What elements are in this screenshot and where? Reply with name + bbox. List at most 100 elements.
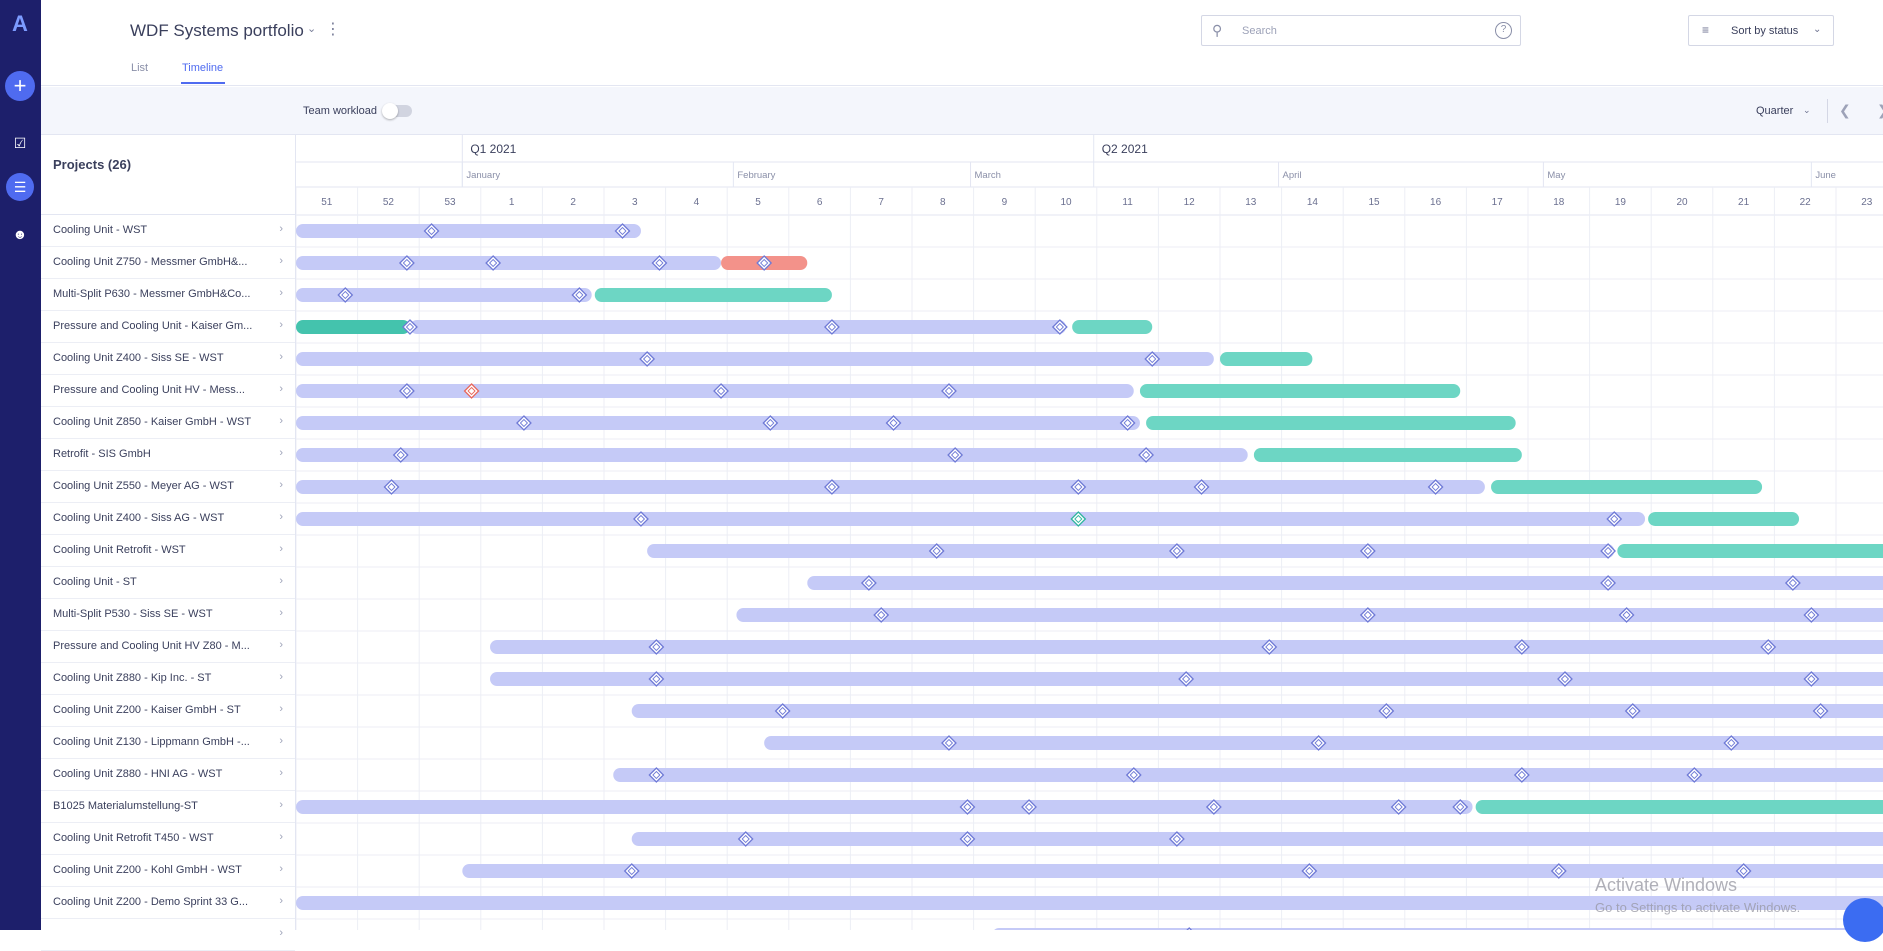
project-row[interactable]: Cooling Unit Z850 - Kaiser GmbH - WST › xyxy=(41,407,295,439)
timeline-bar-planned[interactable] xyxy=(296,800,1473,814)
timeline-bar-planned[interactable] xyxy=(296,224,641,238)
chevron-right-icon[interactable]: › xyxy=(279,863,283,875)
project-row[interactable]: Cooling Unit Z750 - Messmer GmbH&... › xyxy=(41,247,295,279)
search-icon: ⚲ xyxy=(1212,22,1223,38)
project-row[interactable]: Multi-Split P630 - Messmer GmbH&Co... › xyxy=(41,279,295,311)
timeline-bar-done[interactable] xyxy=(1648,512,1800,526)
create-new-button[interactable]: + xyxy=(5,71,35,101)
project-row[interactable]: Cooling Unit Z130 - Lippmann GmbH -... › xyxy=(41,727,295,759)
search-field[interactable]: ⚲ Search ? xyxy=(1201,15,1521,46)
timeline-toolbar: Team workload Quarter ⌄ ❮ ❯ xyxy=(41,87,1883,135)
chevron-right-icon[interactable]: › xyxy=(279,639,283,651)
timeline-bar-planned[interactable] xyxy=(296,448,1248,462)
week-label: 10 xyxy=(1060,197,1072,208)
project-row[interactable]: Cooling Unit Z400 - Siss AG - WST › xyxy=(41,503,295,535)
period-select[interactable]: Quarter xyxy=(1756,105,1793,117)
timeline-bar-done[interactable] xyxy=(1139,384,1461,398)
chevron-right-icon[interactable]: › xyxy=(279,575,283,587)
timeline-bar-planned[interactable] xyxy=(647,544,1615,558)
previous-period-button[interactable]: ❮ xyxy=(1839,102,1851,119)
timeline-bar-planned[interactable] xyxy=(296,512,1646,526)
chevron-right-icon[interactable]: › xyxy=(279,831,283,843)
chevron-right-icon[interactable]: › xyxy=(279,255,283,267)
team-icon[interactable]: ☻ xyxy=(6,220,34,248)
chevron-right-icon[interactable]: › xyxy=(279,671,283,683)
chevron-right-icon[interactable]: › xyxy=(279,383,283,395)
timeline-bar-planned[interactable] xyxy=(490,640,1883,654)
more-options-icon[interactable]: ⋮ xyxy=(325,19,341,39)
month-label: June xyxy=(1815,170,1836,181)
portfolio-title[interactable]: WDF Systems portfolio xyxy=(130,21,304,41)
chevron-right-icon[interactable]: › xyxy=(279,895,283,907)
chevron-right-icon[interactable]: › xyxy=(279,735,283,747)
chevron-right-icon[interactable]: › xyxy=(279,703,283,715)
chevron-right-icon[interactable]: › xyxy=(279,799,283,811)
project-row[interactable]: Cooling Unit Z880 - Kip Inc. - ST › xyxy=(41,663,295,695)
timeline-bar-planned[interactable] xyxy=(631,832,1883,846)
timeline-bar-done[interactable] xyxy=(1220,352,1313,366)
project-row[interactable]: Pressure and Cooling Unit HV Z80 - M... › xyxy=(41,631,295,663)
chevron-right-icon[interactable]: › xyxy=(279,607,283,619)
week-label: 51 xyxy=(321,197,333,208)
timeline-bar-done[interactable] xyxy=(1146,416,1516,430)
project-row[interactable]: Cooling Unit Z200 - Demo Sprint 33 G... › xyxy=(41,887,295,919)
project-row[interactable]: › xyxy=(41,919,295,951)
chevron-right-icon[interactable]: › xyxy=(279,319,283,331)
timeline-bar-done[interactable] xyxy=(1491,480,1763,494)
timeline-icon[interactable]: ☰ xyxy=(6,173,34,201)
timeline-bar-done[interactable] xyxy=(1072,320,1153,334)
project-row[interactable]: B1025 Materialumstellung-ST › xyxy=(41,791,295,823)
chevron-right-icon[interactable]: › xyxy=(279,447,283,459)
search-input[interactable]: Search xyxy=(1242,25,1277,37)
project-row[interactable]: Cooling Unit Z200 - Kohl GmbH - WST › xyxy=(41,855,295,887)
project-row[interactable]: Cooling Unit Z550 - Meyer AG - WST › xyxy=(41,471,295,503)
tab-list[interactable]: List xyxy=(131,62,148,74)
project-row[interactable]: Cooling Unit - ST › xyxy=(41,567,295,599)
timeline-bar-planned[interactable] xyxy=(296,416,1140,430)
project-row[interactable]: Cooling Unit Retrofit T450 - WST › xyxy=(41,823,295,855)
tab-timeline[interactable]: Timeline xyxy=(182,62,223,74)
project-row[interactable]: Cooling Unit Z400 - Siss SE - WST › xyxy=(41,343,295,375)
calendar-check-icon[interactable]: ☑ xyxy=(6,129,34,157)
timeline-bar-planned[interactable] xyxy=(296,480,1485,494)
quarter-label: Q2 2021 xyxy=(1102,142,1148,156)
project-row[interactable]: Cooling Unit Z200 - Kaiser GmbH - ST › xyxy=(41,695,295,727)
timeline-bar-planned[interactable] xyxy=(296,352,1214,366)
team-workload-toggle[interactable] xyxy=(382,103,412,119)
project-row[interactable]: Retrofit - SIS GmbH › xyxy=(41,439,295,471)
timeline-bar-planned[interactable] xyxy=(631,704,1883,718)
help-icon[interactable]: ? xyxy=(1495,22,1512,39)
project-row[interactable]: Multi-Split P530 - Siss SE - WST › xyxy=(41,599,295,631)
timeline-bar-done[interactable] xyxy=(594,288,832,302)
project-row[interactable]: Cooling Unit Z880 - HNI AG - WST › xyxy=(41,759,295,791)
project-name: Pressure and Cooling Unit HV Z80 - M... xyxy=(53,640,250,652)
timeline-bar-planned[interactable] xyxy=(807,576,1883,590)
project-list: Cooling Unit - WST › Cooling Unit Z750 - M… xyxy=(41,215,296,951)
project-row[interactable]: Pressure and Cooling Unit - Kaiser Gm...… xyxy=(41,311,295,343)
chevron-right-icon[interactable]: › xyxy=(279,287,283,299)
next-period-button[interactable]: ❯ xyxy=(1877,102,1883,119)
project-name: Cooling Unit Z880 - HNI AG - WST xyxy=(53,768,223,780)
chevron-right-icon[interactable]: › xyxy=(279,223,283,235)
project-row[interactable]: Cooling Unit - WST › xyxy=(41,215,295,247)
chevron-right-icon[interactable]: › xyxy=(279,927,283,939)
timeline-bar-done[interactable] xyxy=(1475,800,1883,814)
project-row[interactable]: Pressure and Cooling Unit HV - Mess... › xyxy=(41,375,295,407)
chevron-down-icon[interactable]: ⌄ xyxy=(307,22,316,35)
timeline-bar-done_dark[interactable] xyxy=(296,320,410,334)
project-row[interactable]: Cooling Unit Retrofit - WST › xyxy=(41,535,295,567)
chevron-right-icon[interactable]: › xyxy=(279,543,283,555)
chevron-right-icon[interactable]: › xyxy=(279,767,283,779)
timeline-bar-done[interactable] xyxy=(1253,448,1522,462)
timeline-bar-done[interactable] xyxy=(1617,544,1883,558)
chevron-right-icon[interactable]: › xyxy=(279,415,283,427)
chevron-right-icon[interactable]: › xyxy=(279,351,283,363)
chevron-right-icon[interactable]: › xyxy=(279,511,283,523)
timeline-bar-planned[interactable] xyxy=(736,608,1883,622)
chevron-down-icon[interactable]: ⌄ xyxy=(1803,105,1811,116)
sort-button[interactable]: ≡ Sort by status ⌄ xyxy=(1688,15,1834,46)
chevron-right-icon[interactable]: › xyxy=(279,479,283,491)
app-logo[interactable]: A xyxy=(8,12,32,36)
timeline-bar-planned[interactable] xyxy=(409,320,1067,334)
chat-widget-button[interactable] xyxy=(1843,898,1883,942)
